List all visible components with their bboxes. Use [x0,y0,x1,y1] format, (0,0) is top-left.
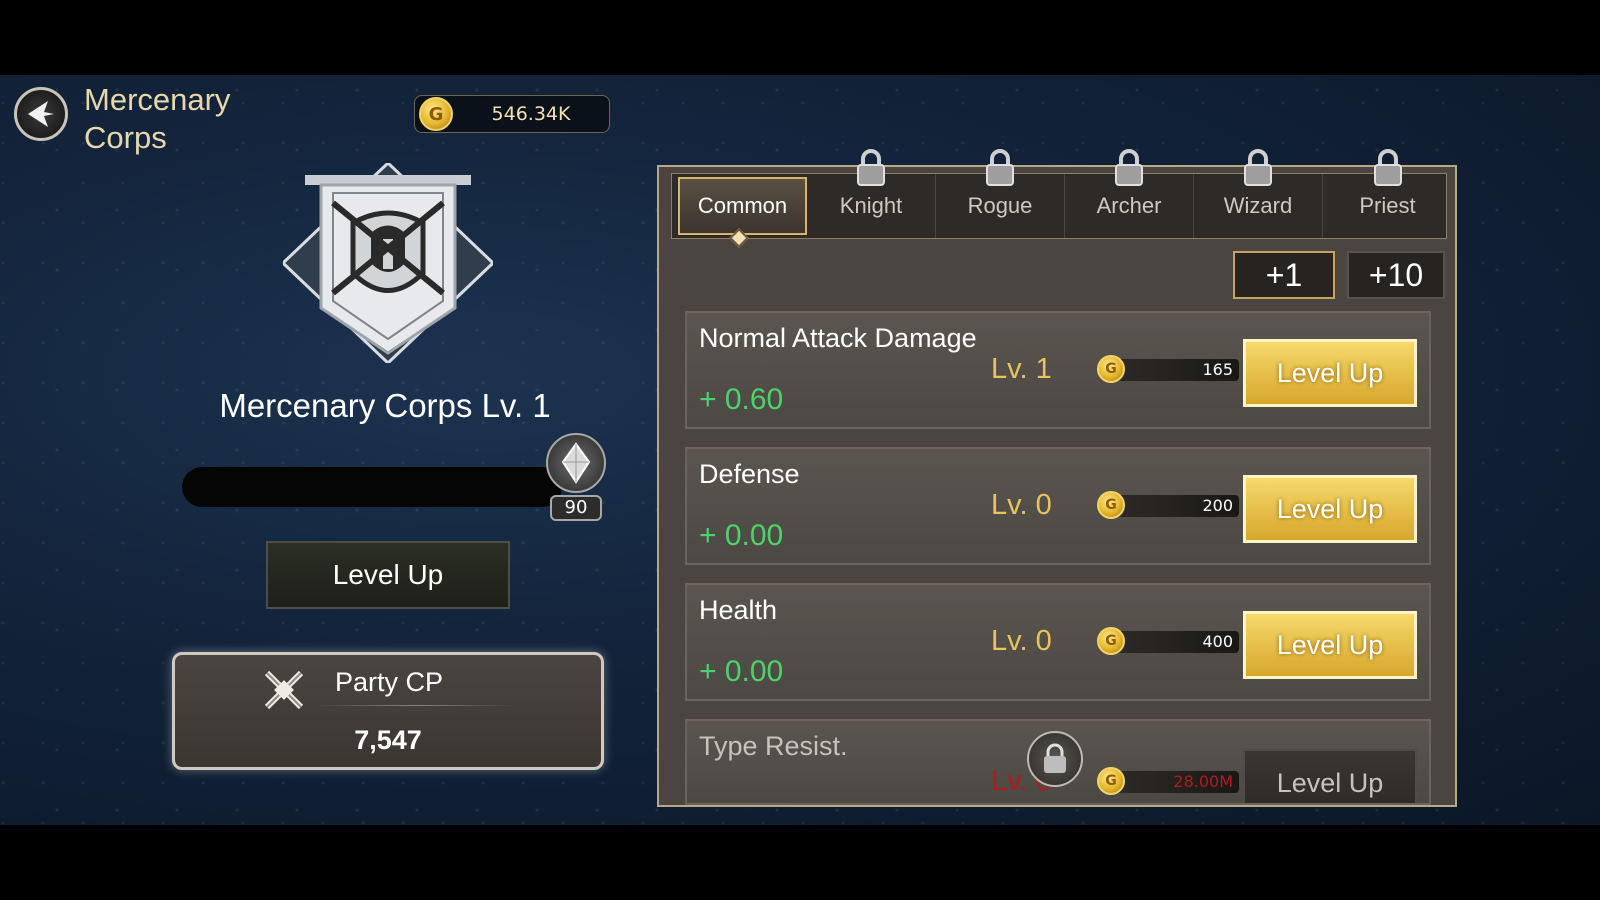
lock-icon [1373,149,1402,186]
tab-rogue[interactable]: Rogue [936,149,1065,238]
stat-bonus: + 0.00 [699,519,784,552]
corps-level-title: Mercenary Corps Lv. 1 [219,387,551,424]
tab-knight[interactable]: Knight [807,149,936,238]
stat-row-normal-attack-damage: Normal Attack Damage Lv. 1 165 G + 0.60 … [685,311,1431,429]
tab-label: Wizard [1223,193,1293,218]
gold-counter: G 546.34K [414,95,610,133]
stat-name: Health [699,595,778,625]
level-up-button[interactable]: Level Up [1243,611,1417,679]
stat-row-defense: Defense Lv. 0 200 G + 0.00 Level Up [685,447,1431,565]
tab-label: Priest [1359,193,1416,218]
gold-amount: 546.34K [491,103,571,125]
stat-name: Normal Attack Damage [699,323,977,353]
tab-label: Knight [839,193,903,218]
gold-coin-icon: G [1097,767,1125,795]
page-title: Mercenary Corps [84,82,231,155]
gold-coin-icon: G [419,97,453,131]
stat-row-health: Health Lv. 0 400 G + 0.00 Level Up [685,583,1431,701]
back-arrow-icon [28,101,54,127]
gold-coin-icon: G [1097,627,1125,655]
lock-icon [1027,731,1083,787]
crossed-swords-icon [264,670,304,710]
corps-level-up-button[interactable]: Level Up [266,541,510,609]
tab-archer[interactable]: Archer [1065,149,1194,238]
tab-wizard[interactable]: Wizard [1194,149,1323,238]
corps-xp-bar [182,467,562,507]
lock-icon [857,149,885,186]
step-plus-10-button[interactable]: +10 [1347,251,1445,299]
gold-coin-icon: G [1097,355,1125,383]
stat-bonus: + 0.60 [699,383,784,416]
stat-level: Lv. 1 [991,353,1052,385]
tab-common[interactable]: Common [678,177,807,248]
level-up-button[interactable]: Level Up [1243,749,1417,803]
upgrade-panel: Common Knight Rogue Archer Wizard Priest… [657,149,1457,807]
stat-name: Type Resist. [699,731,848,761]
stat-bonus: + 0.00 [699,655,784,688]
stat-cost: 165 [1111,359,1239,381]
stat-level: Lv. 0 [991,625,1052,657]
stat-row-type-resist: Type Resist. Lv. 0 28.00M G Level Up [685,719,1431,805]
level-up-button[interactable]: Level Up [1243,475,1417,543]
class-tabs: Common Knight Rogue Archer Wizard Priest [671,149,1447,248]
game-screen: Mercenary Corps G 546.34K Mercenary Corp… [0,75,1600,825]
lock-icon [986,149,1014,186]
gem-badge [546,433,606,493]
back-button[interactable] [14,87,68,141]
stat-cost: 200 [1111,495,1239,517]
tab-priest[interactable]: Priest [1323,149,1452,238]
tab-pointer-icon [729,228,749,248]
party-cp-card: Party CP 7,547 [172,652,604,770]
stat-cost: 400 [1111,631,1239,653]
lock-icon [1244,149,1272,186]
tab-label: Archer [1096,193,1162,218]
tab-label: Rogue [967,193,1033,218]
party-cp-value: 7,547 [354,725,422,755]
party-cp-label: Party CP [335,667,444,697]
stat-cost: 28.00M [1111,771,1239,793]
gem-icon [561,442,591,484]
tab-label: Common [697,193,788,218]
step-plus-1-button[interactable]: +1 [1233,251,1335,299]
stat-name: Defense [699,459,800,489]
lock-icon [1115,149,1143,186]
divider [315,705,515,706]
stat-level: Lv. 0 [991,489,1052,521]
mercenary-corps-emblem-icon [283,163,493,363]
gold-coin-icon: G [1097,491,1125,519]
gem-count: 90 [550,495,602,521]
level-up-button[interactable]: Level Up [1243,339,1417,407]
